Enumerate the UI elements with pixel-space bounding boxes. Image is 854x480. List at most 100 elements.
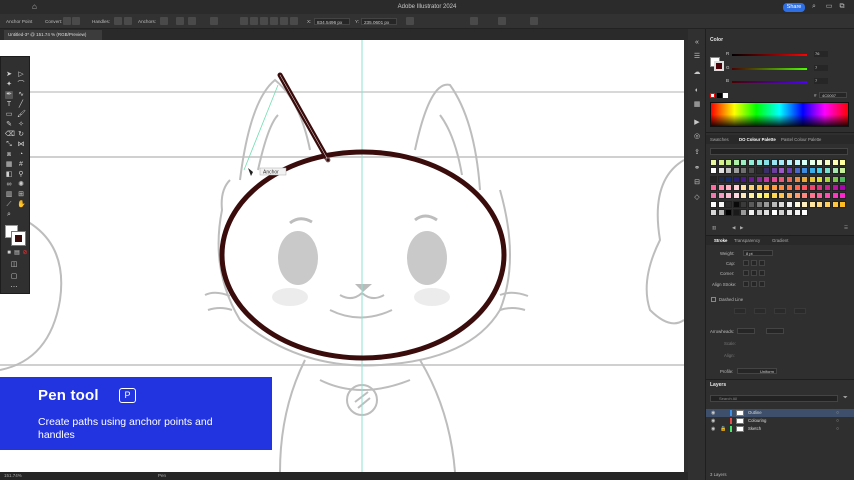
color-swatch[interactable] (824, 167, 831, 175)
green-value[interactable]: 7 (814, 65, 828, 71)
square-cap-icon[interactable] (759, 260, 765, 266)
scale-tool-icon[interactable]: ⤡ (5, 141, 13, 149)
color-swatch[interactable] (732, 167, 740, 175)
shape-builder-icon[interactable]: ◔ (17, 151, 25, 159)
color-swatch[interactable] (801, 167, 809, 175)
target-icon[interactable]: ○ (836, 409, 839, 417)
color-swatch[interactable] (839, 183, 847, 191)
tab-pastel-colour-palette[interactable]: Pastel Colour Palette (781, 137, 821, 142)
white-color-chip[interactable] (723, 93, 728, 98)
color-swatch[interactable] (763, 183, 771, 191)
color-swatch[interactable] (778, 183, 786, 191)
align-top-icon[interactable] (270, 17, 278, 25)
color-swatch[interactable] (793, 183, 801, 191)
color-swatch[interactable] (755, 200, 763, 208)
convert-smooth-icon[interactable] (72, 17, 80, 25)
color-swatch[interactable] (748, 200, 755, 208)
shaper-tool-icon[interactable]: ✧ (17, 121, 25, 129)
lock-icon[interactable]: 🔒 (720, 425, 726, 433)
color-swatch[interactable] (808, 183, 816, 191)
paintbrush-tool-icon[interactable]: 🖌 (17, 111, 26, 119)
color-swatch[interactable] (717, 159, 725, 166)
color-mode-icon[interactable]: ■ (5, 249, 13, 257)
eyedropper-tool-icon[interactable]: ⚲ (17, 171, 25, 179)
blue-value[interactable]: 7 (814, 78, 828, 84)
target-icon[interactable]: ○ (836, 417, 839, 425)
target-icon[interactable]: ○ (836, 425, 839, 433)
color-swatch[interactable] (732, 200, 740, 208)
perspective-grid-icon[interactable]: ▦ (5, 161, 13, 169)
color-swatch[interactable] (740, 175, 748, 183)
color-swatch[interactable] (732, 192, 740, 200)
play-actions-icon[interactable]: ▶ (693, 119, 701, 127)
color-swatch[interactable] (786, 208, 793, 216)
color-swatch[interactable] (801, 175, 809, 183)
slice-tool-icon[interactable]: ⟋ (5, 201, 13, 209)
swatch-menu-icon[interactable]: ☰ (844, 225, 848, 231)
color-swatch[interactable] (717, 208, 725, 216)
document-tab[interactable]: Untitled-3* @ 151.74 % (RGB/Preview) (4, 30, 102, 40)
search-icon[interactable]: ⌕ (810, 3, 818, 11)
artboard-tool-icon[interactable]: ⊞ (17, 191, 25, 199)
color-swatch[interactable] (801, 183, 809, 191)
color-swatch[interactable] (839, 200, 847, 208)
visibility-icon[interactable]: ◉ (711, 417, 715, 425)
color-swatch[interactable] (793, 159, 801, 166)
color-swatch[interactable] (808, 200, 816, 208)
rotate-tool-icon[interactable]: ↻ (17, 131, 25, 139)
color-swatch[interactable] (725, 208, 733, 216)
color-swatch[interactable] (808, 167, 816, 175)
color-swatch[interactable] (793, 175, 801, 183)
none-mode-icon[interactable]: ⊘ (21, 249, 29, 257)
weight-field[interactable]: 8 pt (743, 250, 773, 256)
color-swatch[interactable] (710, 183, 717, 191)
menu-icon[interactable] (530, 17, 538, 25)
align-bottom-icon[interactable] (290, 17, 298, 25)
color-swatch[interactable] (748, 183, 755, 191)
lasso-tool-icon[interactable]: ⌒ (17, 81, 25, 89)
color-swatch[interactable] (763, 192, 771, 200)
color-swatch[interactable] (816, 175, 824, 183)
color-swatch[interactable] (725, 175, 733, 183)
color-swatch[interactable] (778, 167, 786, 175)
width-tool-icon[interactable]: ⋈ (17, 141, 25, 149)
color-swatch[interactable] (710, 192, 717, 200)
hex-field[interactable]: 4C0007 (819, 92, 847, 98)
align-center-icon[interactable] (250, 17, 258, 25)
layer-row-outline[interactable]: ◉ Outline ○ (706, 409, 854, 417)
color-swatch[interactable] (793, 200, 801, 208)
type-tool-icon[interactable]: T (5, 101, 13, 109)
color-swatch[interactable] (801, 208, 809, 216)
color-swatch[interactable] (831, 192, 839, 200)
constrain-icon[interactable] (406, 17, 414, 25)
tab-do-colour-palette[interactable]: DO Colour Palette (739, 137, 776, 142)
color-swatch[interactable] (770, 167, 778, 175)
color-swatch[interactable] (725, 192, 733, 200)
none-color-chip[interactable] (710, 93, 715, 98)
align-outside-stroke-icon[interactable] (759, 281, 765, 287)
stroke-swatch[interactable] (11, 231, 26, 246)
arrange-icon[interactable] (498, 17, 506, 25)
color-swatch[interactable] (732, 208, 740, 216)
color-swatch[interactable] (801, 159, 809, 166)
color-swatch[interactable] (755, 159, 763, 166)
color-swatch[interactable] (717, 175, 725, 183)
color-swatch[interactable] (755, 183, 763, 191)
end-arrowhead-select[interactable] (766, 328, 784, 334)
screen-mode-icon[interactable]: ▢ (10, 273, 18, 281)
color-swatch[interactable] (717, 183, 725, 191)
align-inside-stroke-icon[interactable] (751, 281, 757, 287)
line-tool-icon[interactable]: ╱ (17, 101, 25, 109)
connect-icon[interactable] (176, 17, 184, 25)
color-swatch[interactable] (763, 159, 771, 166)
layer-row-sketch[interactable]: ◉ 🔒 Sketch ○ (706, 425, 854, 433)
tab-swatches[interactable]: Swatches (710, 137, 729, 142)
color-swatch[interactable] (755, 175, 763, 183)
color-swatch[interactable] (740, 159, 748, 166)
color-swatch[interactable] (725, 183, 733, 191)
head-outline-path[interactable] (219, 149, 507, 361)
color-swatch[interactable] (763, 167, 771, 175)
align-panel-icon[interactable]: ⊟ (693, 179, 701, 187)
miter-join-icon[interactable] (743, 270, 749, 276)
swatch-library-icon[interactable]: ▥ (712, 225, 716, 231)
